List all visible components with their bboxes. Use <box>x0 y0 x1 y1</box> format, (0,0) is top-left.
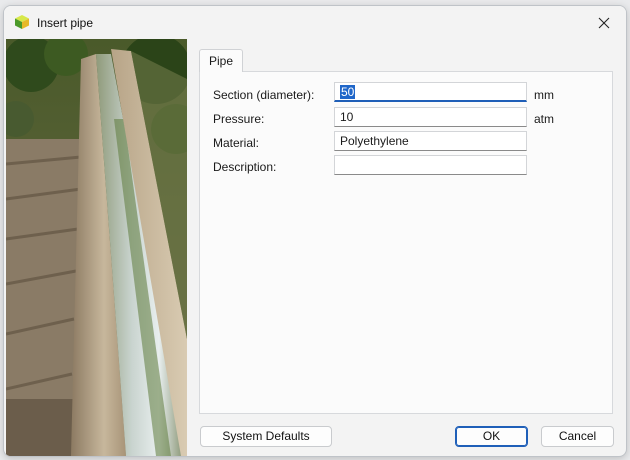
material-label: Material: <box>213 136 260 150</box>
section-value: 50 <box>340 85 356 99</box>
tab-pipe[interactable]: Pipe <box>199 49 243 72</box>
window-title: Insert pipe <box>37 16 94 30</box>
pressure-input[interactable]: 10 <box>334 107 527 127</box>
insert-pipe-dialog: Insert pipe Pipe Section (diameter): 50 … <box>3 5 627 457</box>
description-input[interactable] <box>334 155 527 175</box>
material-input[interactable]: Polyethylene <box>334 131 527 151</box>
system-defaults-button[interactable]: System Defaults <box>200 426 332 447</box>
close-button[interactable] <box>582 6 626 39</box>
cancel-button[interactable]: Cancel <box>541 426 614 447</box>
ok-button[interactable]: OK <box>455 426 528 447</box>
section-label: Section (diameter): <box>213 88 315 102</box>
pressure-unit: atm <box>534 112 555 126</box>
app-cube-icon <box>14 14 30 30</box>
pipe-photo <box>6 39 187 456</box>
section-input[interactable]: 50 <box>334 82 527 102</box>
close-icon <box>598 17 610 28</box>
title-bar: Insert pipe <box>4 6 626 39</box>
pressure-value: 10 <box>340 110 354 124</box>
material-value: Polyethylene <box>340 134 409 148</box>
description-label: Description: <box>213 160 277 174</box>
section-unit: mm <box>534 88 554 102</box>
pressure-label: Pressure: <box>213 112 265 126</box>
